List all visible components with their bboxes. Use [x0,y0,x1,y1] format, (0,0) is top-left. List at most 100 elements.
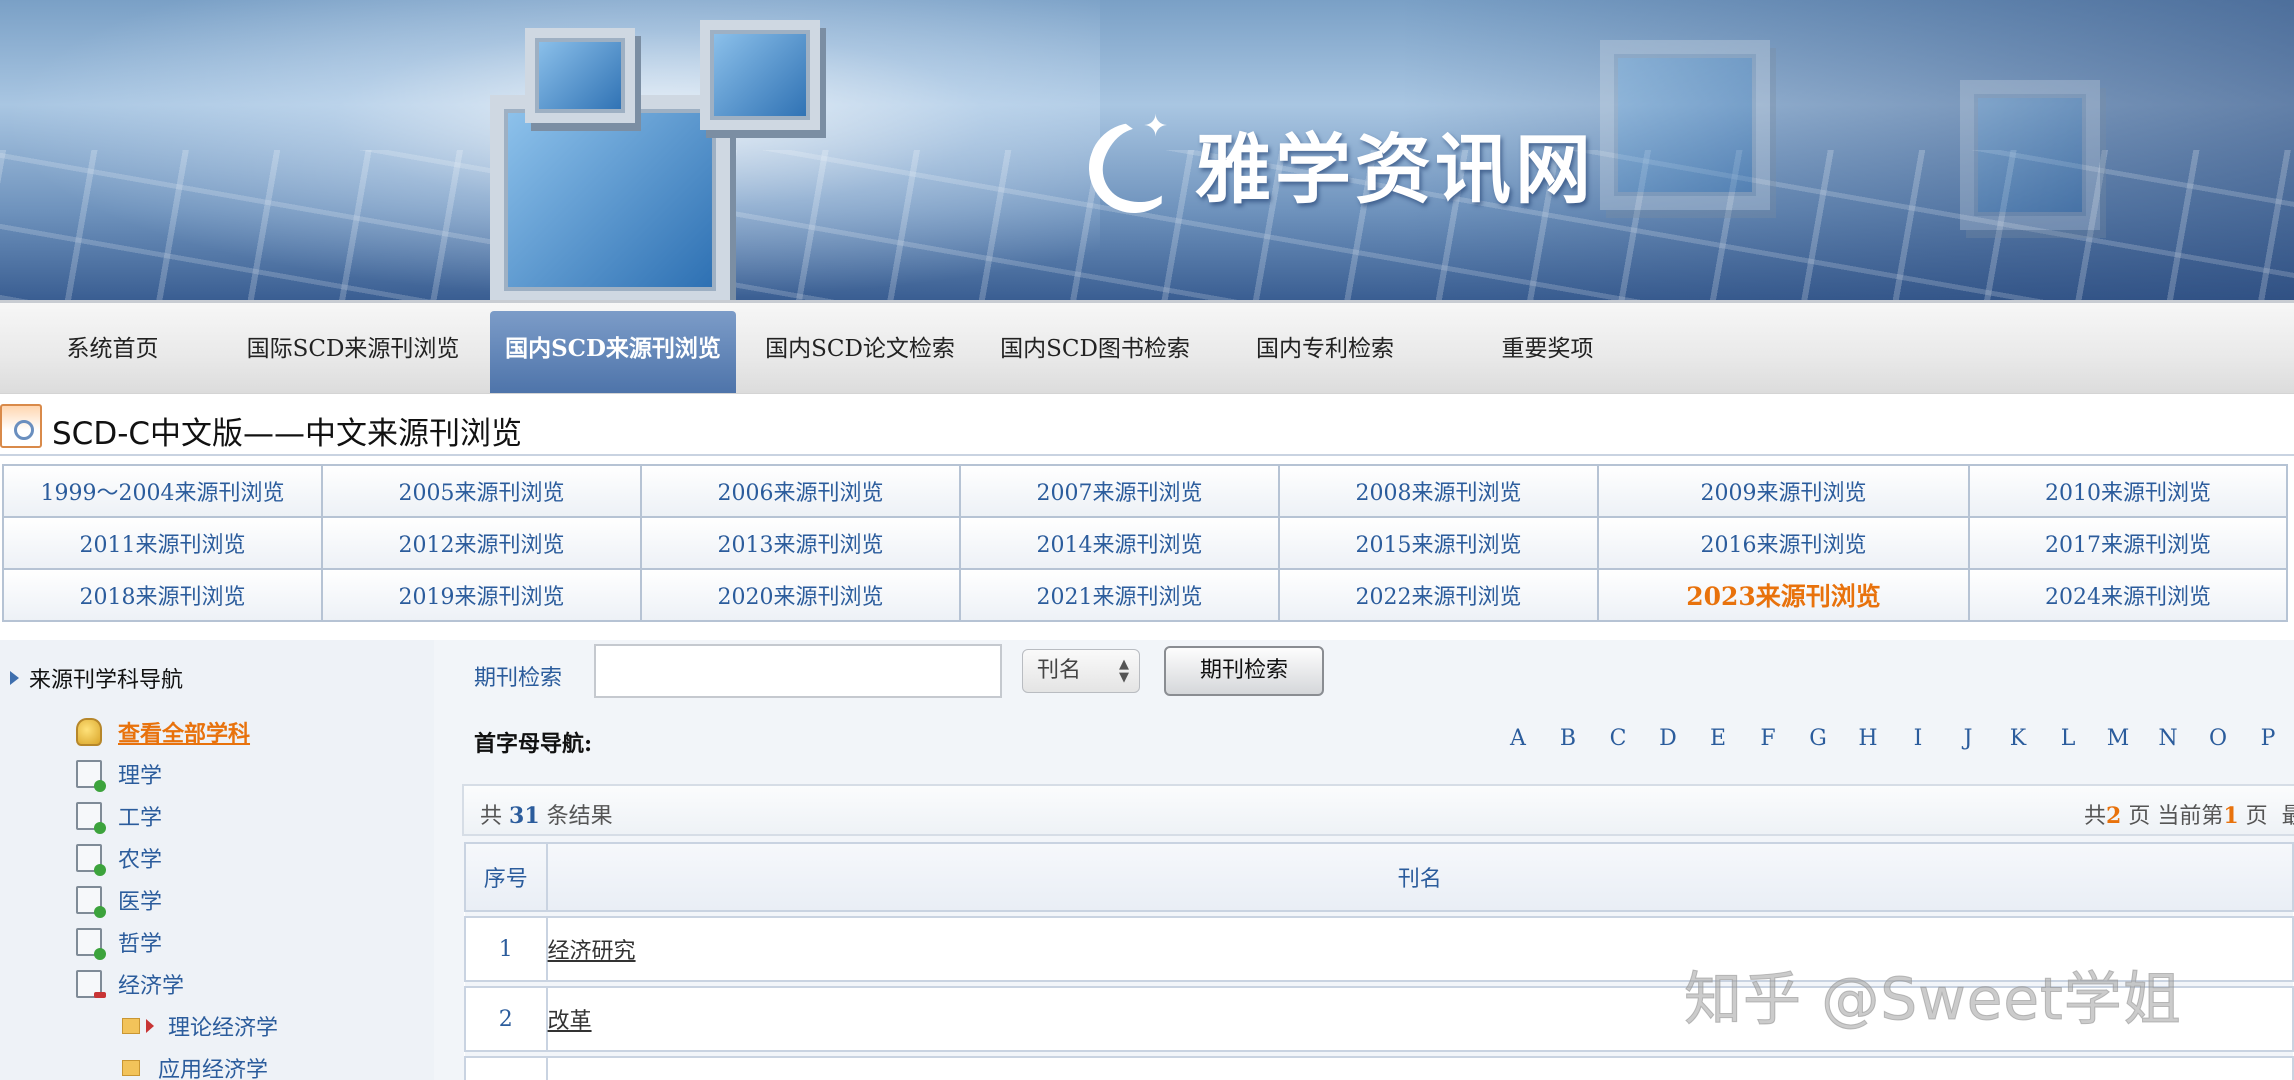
subject-link-economics[interactable]: 经济学 [76,968,184,1000]
table-row [464,1056,2294,1080]
sidebar-heading: 来源刊学科导航 [10,662,183,694]
year-link[interactable]: 2024来源刊浏览 [1968,568,2288,622]
alpha-link-m[interactable]: M [2098,726,2138,751]
journal-search-input[interactable] [594,644,1002,698]
page-title: SCD-C中文版——中文来源刊浏览 [52,416,523,452]
search-field-select[interactable]: 刊名 ▲ ▼ [1022,649,1140,693]
subject-link-science[interactable]: 理学 [76,758,162,792]
folder-icon [122,1018,140,1034]
banner-cube-right [1600,40,1770,210]
year-row: 2011来源刊浏览 2012来源刊浏览 2013来源刊浏览 2014来源刊浏览 … [2,516,2288,570]
year-link[interactable]: 2013来源刊浏览 [640,516,961,570]
alpha-link-n[interactable]: N [2148,726,2188,751]
year-row: 2018来源刊浏览 2019来源刊浏览 2020来源刊浏览 2021来源刊浏览 … [2,568,2288,622]
alpha-link-p[interactable]: P [2248,726,2288,751]
year-link[interactable]: 2006来源刊浏览 [640,464,961,518]
year-link[interactable]: 2008来源刊浏览 [1278,464,1599,518]
year-link[interactable]: 2012来源刊浏览 [321,516,642,570]
nav-item-patents[interactable]: 国内专利检索 [1240,311,1410,393]
year-link[interactable]: 2009来源刊浏览 [1597,464,1970,518]
first-page-link[interactable]: 最前 [2282,804,2294,829]
nav-item-home[interactable]: 系统首页 [40,311,185,393]
pagination-info: 共2 页 当前第1 页 最前 [2084,798,2294,830]
nav-item-domestic-scd-papers[interactable]: 国内SCD论文检索 [752,311,968,393]
result-count: 共 31 条结果 [480,803,613,829]
year-link[interactable]: 2018来源刊浏览 [2,568,323,622]
banner-cube-large [490,95,730,300]
triangle-bullet-icon [10,671,19,685]
subject-sidebar: 来源刊学科导航 查看全部学科 理学 工学 农学 医学 哲学 经济学 理论经济学 … [0,640,434,1080]
year-link[interactable]: 2005来源刊浏览 [321,464,642,518]
alpha-link-o[interactable]: O [2198,726,2238,751]
zhihu-watermark: 知乎 @Sweet学姐 [1684,965,2182,1034]
page-title-bar: SCD-C中文版——中文来源刊浏览 [0,400,2294,456]
column-header-journal-name: 刊名 [545,842,2294,912]
year-link[interactable]: 2022来源刊浏览 [1278,568,1599,622]
view-all-subjects-link[interactable]: 查看全部学科 [76,716,250,748]
document-minus-icon [76,970,106,998]
subsubject-link-theoretical-economics[interactable]: 理论经济学 [122,1010,278,1042]
year-link[interactable]: 2019来源刊浏览 [321,568,642,622]
year-link[interactable]: 2014来源刊浏览 [959,516,1280,570]
document-plus-icon [76,802,106,834]
moon-logo-icon: ✦ [1076,109,1192,226]
search-label: 期刊检索 [474,666,563,691]
logo-text: 雅学资讯网 [1195,125,1595,214]
alpha-link-j[interactable]: J [1948,726,1988,751]
alpha-nav-label: 首字母导航: [474,731,593,757]
subsubject-link-applied-economics[interactable]: 应用经济学 [122,1052,268,1080]
alpha-link-b[interactable]: B [1548,726,1588,751]
alpha-link-a[interactable]: A [1498,726,1538,751]
table-header-row: 序号 刊名 [464,842,2294,912]
year-link[interactable]: 2017来源刊浏览 [1968,516,2288,570]
select-updown-icon: ▲ ▼ [1119,657,1129,685]
year-link[interactable]: 2007来源刊浏览 [959,464,1280,518]
year-link[interactable]: 2015来源刊浏览 [1278,516,1599,570]
alpha-link-c[interactable]: C [1598,726,1638,751]
nav-item-domestic-scd-journals[interactable]: 国内SCD来源刊浏览 [490,311,736,393]
alpha-link-d[interactable]: D [1648,726,1688,751]
alpha-link-l[interactable]: L [2048,726,2088,751]
nav-item-domestic-scd-books[interactable]: 国内SCD图书检索 [990,311,1200,393]
alpha-link-h[interactable]: H [1848,726,1888,751]
banner-cube-medium [700,20,820,130]
search-page-icon [0,404,42,448]
nav-item-intl-scd-journals[interactable]: 国际SCD来源刊浏览 [232,311,474,393]
row-index: 2 [464,986,548,1052]
journal-search-button[interactable]: 期刊检索 [1164,646,1324,696]
year-link[interactable]: 2010来源刊浏览 [1968,464,2288,518]
row-index: 1 [464,916,548,982]
site-logo[interactable]: ✦ 雅学资讯网 [1076,108,1595,226]
folder-icon [122,1060,140,1076]
alpha-link-i[interactable]: I [1898,726,1938,751]
year-row: 1999～2004来源刊浏览 2005来源刊浏览 2006来源刊浏览 2007来… [2,464,2288,518]
year-link[interactable]: 2011来源刊浏览 [2,516,323,570]
result-summary-bar: 共 31 条结果 共2 页 当前第1 页 最前 [462,784,2294,836]
subject-link-medicine[interactable]: 医学 [76,884,162,918]
document-plus-icon [76,928,106,960]
document-plus-icon [76,844,106,876]
column-header-index: 序号 [464,842,548,912]
nav-item-awards[interactable]: 重要奖项 [1480,311,1615,393]
year-link[interactable]: 2016来源刊浏览 [1597,516,1970,570]
alpha-link-f[interactable]: F [1748,726,1788,751]
alpha-link-k[interactable]: K [1998,726,2038,751]
arrow-right-icon [146,1019,154,1033]
year-link[interactable]: 1999～2004来源刊浏览 [2,464,323,518]
alpha-link-g[interactable]: G [1798,726,1838,751]
subject-link-agriculture[interactable]: 农学 [76,842,162,876]
year-browse-grid: 1999～2004来源刊浏览 2005来源刊浏览 2006来源刊浏览 2007来… [2,464,2288,622]
document-plus-icon [76,886,106,918]
banner-cube-far-right [1960,80,2100,230]
site-banner: ✦ 雅学资讯网 [0,0,2294,300]
coins-icon [76,718,102,746]
year-link-current[interactable]: 2023来源刊浏览 [1597,568,1970,622]
alpha-link-e[interactable]: E [1698,726,1738,751]
year-link[interactable]: 2021来源刊浏览 [959,568,1280,622]
main-nav: 系统首页 国际SCD来源刊浏览 国内SCD来源刊浏览 国内SCD论文检索 国内S… [0,300,2294,394]
subject-link-engineering[interactable]: 工学 [76,800,162,834]
document-plus-icon [76,760,106,792]
banner-cube-small [525,28,635,123]
subject-link-philosophy[interactable]: 哲学 [76,926,162,960]
year-link[interactable]: 2020来源刊浏览 [640,568,961,622]
